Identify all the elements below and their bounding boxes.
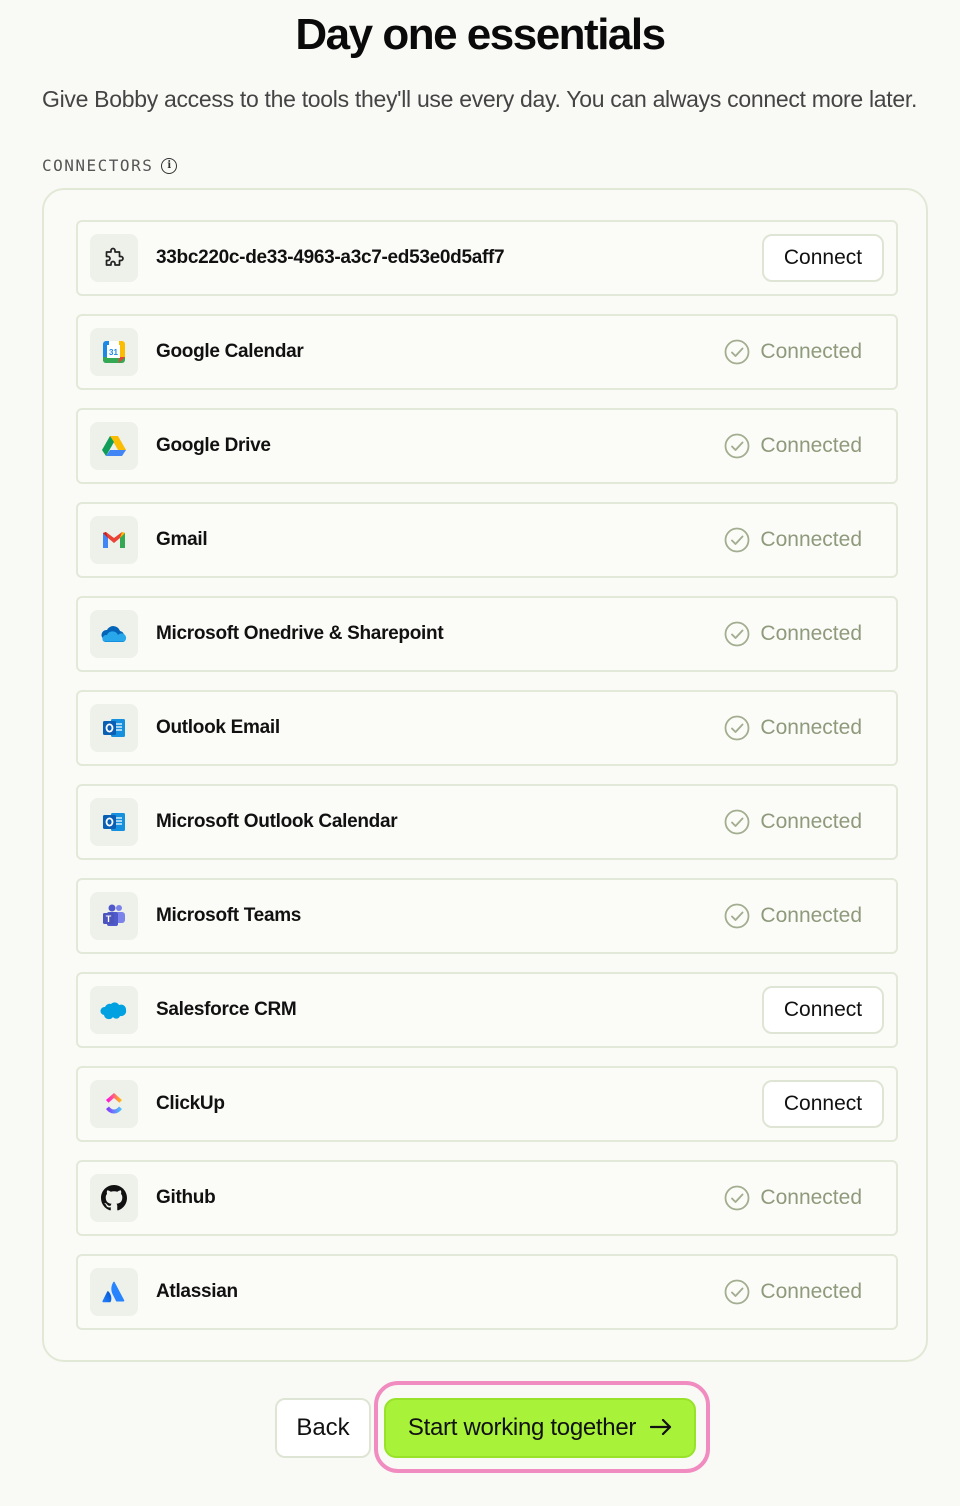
connector-name: ClickUp — [156, 1093, 225, 1114]
connector-row: Github Connected — [76, 1160, 898, 1236]
page-title: Day one essentials — [295, 10, 666, 59]
check-circle-icon — [724, 527, 750, 553]
connected-status: Connected — [724, 786, 862, 858]
connected-status: Connected — [724, 504, 862, 576]
start-working-together-button[interactable]: Start working together — [384, 1398, 696, 1458]
connect-button[interactable]: Connect — [762, 986, 884, 1034]
page-subtitle: Give Bobby access to the tools they'll u… — [42, 86, 918, 112]
arrow-right-icon — [649, 1414, 672, 1442]
connect-button[interactable]: Connect — [762, 234, 884, 282]
check-circle-icon — [724, 715, 750, 741]
connector-row: Microsoft Onedrive & Sharepoint Connected — [76, 596, 898, 672]
connector-name: 33bc220c-de33-4963-a3c7-ed53e0d5aff7 — [156, 247, 505, 268]
puzzle-icon — [90, 234, 138, 282]
connector-name: Microsoft Outlook Calendar — [156, 811, 398, 832]
connect-button[interactable]: Connect — [762, 1080, 884, 1128]
check-circle-icon — [724, 1185, 750, 1211]
connector-row: Microsoft Outlook Calendar Connected — [76, 784, 898, 860]
outlook-icon — [90, 798, 138, 846]
connector-name: Github — [156, 1187, 216, 1208]
connected-label: Connected — [760, 1280, 862, 1303]
connected-status: Connected — [724, 410, 862, 482]
check-circle-icon — [724, 433, 750, 459]
back-button[interactable]: Back — [275, 1398, 371, 1458]
connected-label: Connected — [760, 622, 862, 645]
connector-name: Gmail — [156, 529, 208, 550]
connector-row: Salesforce CRM Connect — [76, 972, 898, 1048]
teams-icon: T — [90, 892, 138, 940]
connector-row: Google Drive Connected — [76, 408, 898, 484]
svg-text:31: 31 — [109, 348, 118, 357]
connected-status: Connected — [724, 316, 862, 388]
connected-label: Connected — [760, 340, 862, 363]
connector-name: Microsoft Teams — [156, 905, 302, 926]
svg-text:T: T — [106, 914, 112, 924]
connectors-label-text: CONNECTORS — [42, 156, 154, 175]
check-circle-icon — [724, 621, 750, 647]
connected-status: Connected — [724, 598, 862, 670]
start-button-label: Start working together — [407, 1414, 637, 1441]
onedrive-icon — [90, 610, 138, 658]
connectors-panel: 33bc220c-de33-4963-a3c7-ed53e0d5aff7 Conn… — [42, 188, 928, 1362]
github-icon — [90, 1174, 138, 1222]
connector-row: Atlassian Connected — [76, 1254, 898, 1330]
connected-label: Connected — [760, 434, 862, 457]
google-drive-icon — [90, 422, 138, 470]
connector-row: 33bc220c-de33-4963-a3c7-ed53e0d5aff7 Conn… — [76, 220, 898, 296]
check-circle-icon — [724, 809, 750, 835]
connector-row: 31 Google Calendar Connected — [76, 314, 898, 390]
google-calendar-icon: 31 — [90, 328, 138, 376]
connected-status: Connected — [724, 1256, 862, 1328]
connector-name: Google Calendar — [156, 341, 304, 362]
connector-row: ClickUp Connect — [76, 1066, 898, 1142]
outlook-icon — [90, 704, 138, 752]
connector-row: T Microsoft Teams Connected — [76, 878, 898, 954]
connected-label: Connected — [760, 716, 862, 739]
salesforce-icon — [90, 986, 138, 1034]
connector-row: Gmail Connected — [76, 502, 898, 578]
connected-label: Connected — [760, 904, 862, 927]
check-circle-icon — [724, 339, 750, 365]
connected-status: Connected — [724, 692, 862, 764]
connected-label: Connected — [760, 810, 862, 833]
check-circle-icon — [724, 903, 750, 929]
connected-status: Connected — [724, 880, 862, 952]
check-circle-icon — [724, 1279, 750, 1305]
gmail-icon — [90, 516, 138, 564]
connector-row: Outlook Email Connected — [76, 690, 898, 766]
connected-label: Connected — [760, 528, 862, 551]
atlassian-icon — [90, 1268, 138, 1316]
connected-label: Connected — [760, 1186, 862, 1209]
connector-name: Google Drive — [156, 435, 271, 456]
connector-name: Microsoft Onedrive & Sharepoint — [156, 623, 444, 644]
connector-name: Salesforce CRM — [156, 999, 297, 1020]
connector-name: Outlook Email — [156, 717, 280, 738]
connectors-section-label: CONNECTORS i — [42, 156, 178, 175]
connector-name: Atlassian — [156, 1281, 238, 1302]
connected-status: Connected — [724, 1162, 862, 1234]
clickup-icon — [90, 1080, 138, 1128]
info-icon[interactable]: i — [161, 157, 178, 174]
